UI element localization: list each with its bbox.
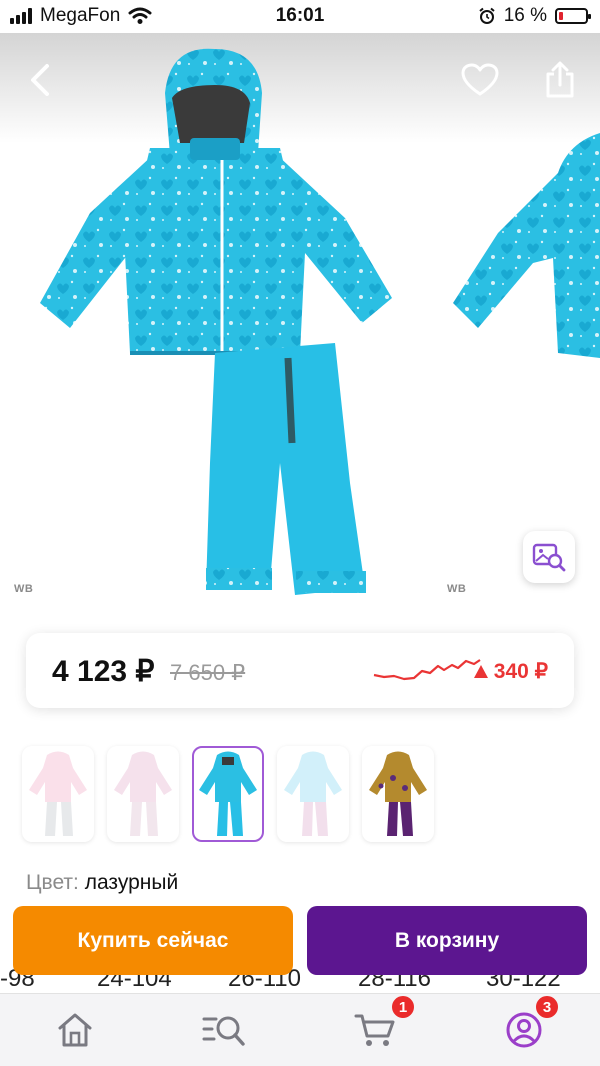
current-price: 4 123 ₽: [52, 655, 155, 688]
alarm-icon: [479, 7, 495, 24]
nav-cart[interactable]: [353, 1010, 397, 1050]
back-arrow-icon: [31, 64, 49, 96]
image-search-icon: [532, 543, 566, 572]
search-similar-button[interactable]: [523, 531, 575, 583]
variant-image: [369, 751, 427, 836]
bottom-navigation: 1 3: [0, 993, 600, 1066]
share-icon: [546, 61, 574, 98]
variant-image: [284, 751, 342, 836]
variant-image: [199, 751, 257, 836]
wb-watermark: WB: [14, 583, 34, 595]
profile-badge: 3: [534, 994, 560, 1020]
variant-image: [29, 751, 87, 836]
price-change-value: 340 ₽: [493, 660, 548, 683]
color-variant-purple-leopard[interactable]: [362, 746, 434, 842]
price-card[interactable]: 4 123 ₽ 7 650 ₽ 340 ₽: [26, 633, 574, 708]
variant-image: [114, 751, 172, 836]
color-label: Цвет:: [26, 871, 79, 894]
color-value: лазурный: [84, 871, 179, 894]
nav-home[interactable]: [53, 1010, 97, 1050]
battery-level: [559, 12, 563, 20]
profile-icon: [506, 1012, 542, 1048]
wb-watermark-next: WB: [447, 583, 467, 595]
cart-badge: 1: [390, 994, 416, 1020]
color-variant-light-pink[interactable]: [107, 746, 179, 842]
status-bar: MegaFon 16:01 16 %: [0, 0, 600, 33]
back-button[interactable]: [18, 58, 62, 102]
color-variant-pink[interactable]: [22, 746, 94, 842]
battery-icon: [555, 8, 591, 24]
status-right: 16 %: [478, 5, 591, 27]
next-product-image[interactable]: [448, 133, 600, 373]
color-variant-light-blue[interactable]: [277, 746, 349, 842]
home-icon: [58, 1013, 92, 1047]
color-info: Цвет: лазурный: [26, 871, 178, 895]
product-image[interactable]: [30, 43, 400, 603]
price-change: 340 ₽: [473, 659, 548, 684]
product-gallery[interactable]: WB WB: [0, 33, 600, 608]
color-variant-azure[interactable]: [192, 746, 264, 842]
add-to-cart-button[interactable]: В корзину: [307, 906, 587, 975]
price-history-chart[interactable]: [372, 657, 482, 687]
old-price: 7 650 ₽: [170, 660, 246, 685]
favorite-button[interactable]: [458, 58, 502, 102]
nav-catalog[interactable]: [202, 1010, 246, 1050]
catalog-search-icon: [202, 1016, 245, 1046]
share-button[interactable]: [538, 58, 582, 102]
buy-now-button[interactable]: Купить сейчас: [13, 906, 293, 975]
cart-icon: [354, 1014, 395, 1046]
heart-icon: [461, 63, 499, 96]
price-up-arrow-icon: [473, 665, 488, 678]
battery-percent: 16 %: [503, 5, 547, 26]
